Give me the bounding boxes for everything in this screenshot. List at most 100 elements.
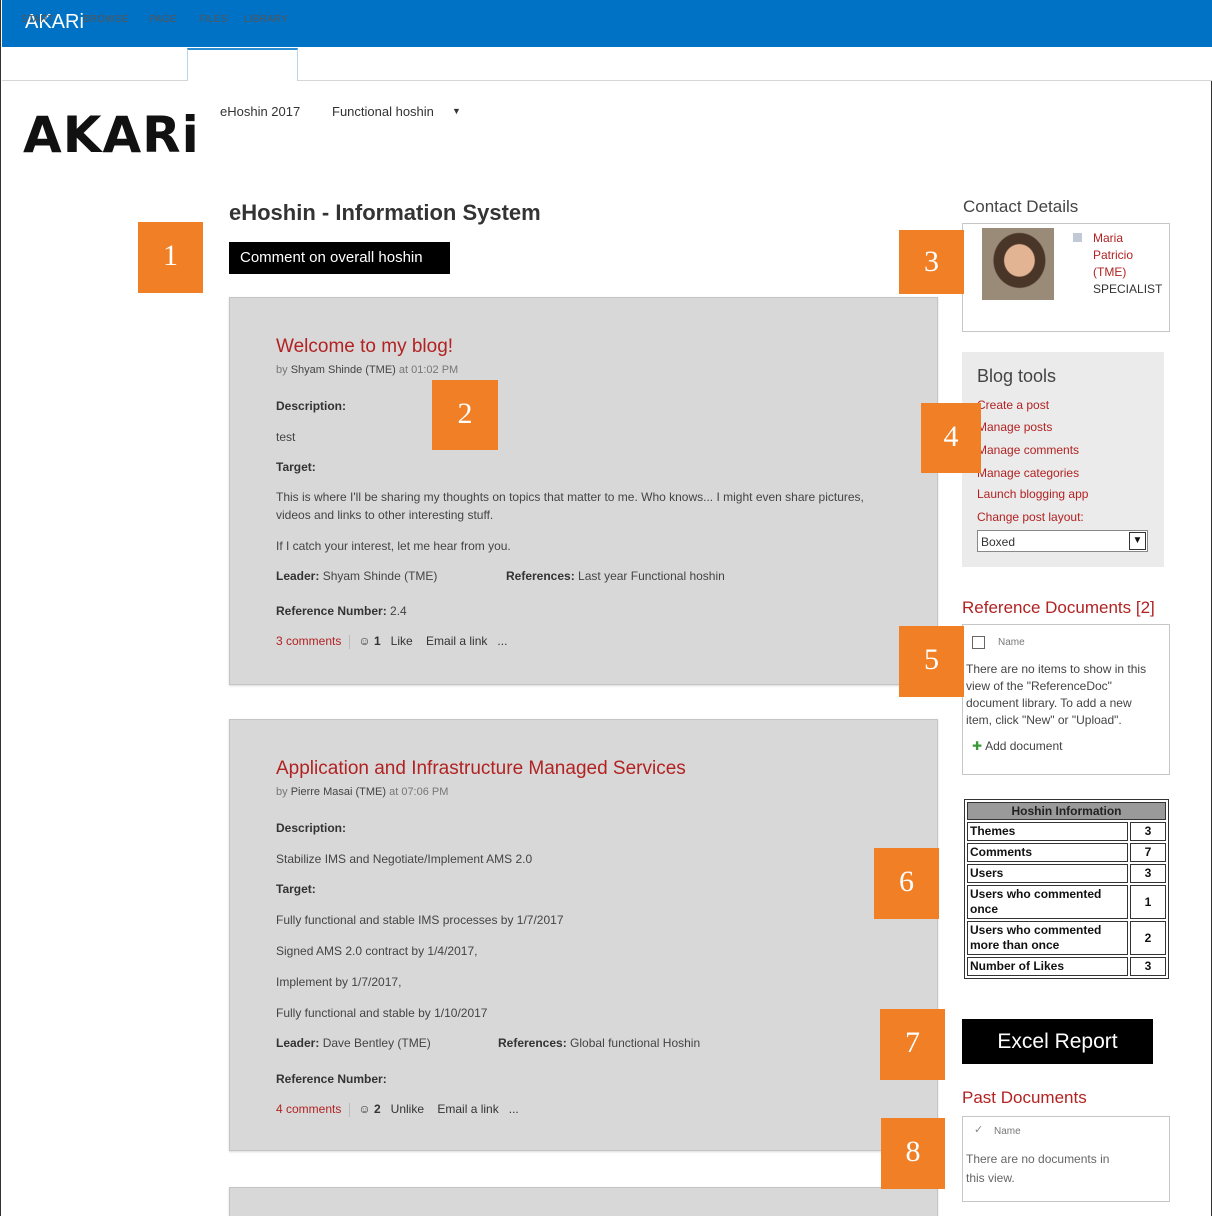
references-field: References: Last year Functional hoshin xyxy=(506,569,725,583)
target-text: Fully functional and stable IMS processe… xyxy=(276,913,564,927)
row-value: 3 xyxy=(1130,864,1166,883)
target-text: Fully functional and stable by 1/10/2017 xyxy=(276,1006,488,1020)
target-text: Signed AMS 2.0 contract by 1/4/2017, xyxy=(276,944,478,958)
post-author[interactable]: Shyam Shinde (TME) xyxy=(291,364,396,376)
target-text: This is where I'll be sharing my thought… xyxy=(276,490,864,522)
post-by-prefix: by xyxy=(276,786,288,798)
empty-message: this view. xyxy=(966,1171,1015,1185)
empty-message: document library. To add a new xyxy=(966,696,1132,710)
like-link[interactable]: Like xyxy=(391,634,413,648)
more-options-icon[interactable]: ... xyxy=(497,634,507,648)
suite-bar: AKARi xyxy=(2,0,1212,47)
callout-marker-1: 1 xyxy=(138,222,203,293)
post-byline: by Pierre Masai (TME) at 07:06 PM xyxy=(276,786,448,798)
create-post-link[interactable]: Create a post xyxy=(977,398,1049,412)
site-logo[interactable]: AKARi xyxy=(23,106,200,164)
contact-photo[interactable] xyxy=(982,228,1054,300)
chevron-down-icon[interactable]: ▼ xyxy=(1129,532,1146,550)
email-link[interactable]: Email a link xyxy=(426,634,487,648)
description-label: Description: xyxy=(276,399,347,413)
select-all-checkbox[interactable] xyxy=(972,636,985,649)
email-link[interactable]: Email a link xyxy=(437,1102,498,1116)
divider xyxy=(349,634,351,649)
comments-link[interactable]: 4 comments xyxy=(276,1102,341,1116)
blog-post: Welcome to my blog! by Shyam Shinde (TME… xyxy=(229,297,938,685)
tab-browse[interactable]: BROWSE xyxy=(83,14,129,25)
like-count-icon: ☺ xyxy=(358,1102,371,1116)
add-document-label: Add document xyxy=(985,739,1063,753)
table-row: Comments 7 xyxy=(967,843,1166,862)
checkmark-icon[interactable]: ✓ xyxy=(974,1123,983,1136)
row-value: 3 xyxy=(1130,957,1166,976)
empty-message: item, click "New" or "Upload". xyxy=(966,713,1122,727)
row-label: Users who commented once xyxy=(967,885,1128,919)
divider xyxy=(349,1102,351,1117)
target-text: If I catch your interest, let me hear fr… xyxy=(276,539,511,553)
callout-marker-5: 5 xyxy=(899,626,964,697)
manage-comments-link[interactable]: Manage comments xyxy=(977,443,1079,457)
row-value: 7 xyxy=(1130,843,1166,862)
leader-field: Leader: Shyam Shinde (TME) xyxy=(276,569,437,583)
column-header-name[interactable]: Name xyxy=(998,637,1025,648)
table-row: Number of Likes 3 xyxy=(967,957,1166,976)
plus-icon: ✚ xyxy=(972,739,983,753)
callout-marker-7: 7 xyxy=(880,1009,945,1080)
more-options-icon[interactable]: ... xyxy=(509,1102,519,1116)
comments-link[interactable]: 3 comments xyxy=(276,634,341,648)
tab-start[interactable]: START xyxy=(21,14,54,25)
tab-library[interactable]: LIBRARY xyxy=(244,14,288,25)
column-header-name[interactable]: Name xyxy=(994,1126,1021,1137)
reference-documents-title[interactable]: Reference Documents [2] xyxy=(962,598,1155,618)
topnav-item-functional-hoshin[interactable]: Functional hoshin xyxy=(332,104,434,119)
post-layout-select[interactable]: Boxed ▼ xyxy=(977,530,1148,552)
manage-posts-link[interactable]: Manage posts xyxy=(977,420,1052,434)
leader-label: Leader: xyxy=(276,1036,320,1050)
like-count: 2 xyxy=(373,1102,381,1116)
manage-categories-link[interactable]: Manage categories xyxy=(977,466,1079,480)
row-label: Number of Likes xyxy=(967,957,1128,976)
tab-page[interactable]: PAGE xyxy=(149,14,177,25)
row-value: 3 xyxy=(1130,822,1166,841)
excel-report-button[interactable]: Excel Report xyxy=(962,1019,1153,1064)
like-count: 1 xyxy=(373,634,381,648)
row-label: Users who commented more than once xyxy=(967,921,1128,955)
post-time: at 07:06 PM xyxy=(389,786,449,798)
empty-message: view of the "ReferenceDoc" xyxy=(966,679,1112,693)
caret-down-icon[interactable]: ▼ xyxy=(452,106,461,116)
post-actions: 4 comments ☺ 2 Unlike Email a link ... xyxy=(276,1102,519,1117)
post-author[interactable]: Pierre Masai (TME) xyxy=(291,786,386,798)
description-text: test xyxy=(276,430,296,444)
page-title: eHoshin - Information System xyxy=(229,200,541,225)
contact-role: SPECIALIST xyxy=(1093,282,1163,296)
unlike-link[interactable]: Unlike xyxy=(391,1102,424,1116)
post-by-prefix: by xyxy=(276,364,288,376)
callout-marker-8: 8 xyxy=(881,1118,945,1189)
contact-card: Maria Patricio (TME) SPECIALIST xyxy=(962,223,1170,332)
past-documents-title[interactable]: Past Documents xyxy=(962,1088,1087,1108)
comment-overall-hoshin-button[interactable]: Comment on overall hoshin xyxy=(229,242,450,274)
post-title[interactable]: Welcome to my blog! xyxy=(276,336,453,358)
description-text: Stabilize IMS and Negotiate/Implement AM… xyxy=(276,852,533,866)
references-value: Global functional Hoshin xyxy=(570,1036,701,1050)
contact-name[interactable]: Maria Patricio (TME) xyxy=(1093,230,1163,281)
callout-marker-4: 4 xyxy=(921,403,981,473)
reference-number-label: Reference Number: xyxy=(276,604,387,618)
table-header: Hoshin Information xyxy=(967,802,1166,820)
post-title[interactable]: Application and Infrastructure Managed S… xyxy=(276,758,686,780)
blog-post: Application and Infrastructure Managed S… xyxy=(229,719,938,1151)
ribbon-active-tab-group xyxy=(187,48,298,81)
post-byline: by Shyam Shinde (TME) at 01:02 PM xyxy=(276,364,458,376)
leader-value: Shyam Shinde (TME) xyxy=(322,569,438,583)
references-label: References: xyxy=(498,1036,567,1050)
topnav-item-ehoshin-2017[interactable]: eHoshin 2017 xyxy=(220,104,300,119)
leader-label: Leader: xyxy=(276,569,320,583)
blog-post xyxy=(229,1187,938,1216)
references-field: References: Global functional Hoshin xyxy=(498,1036,700,1050)
target-label: Target: xyxy=(276,460,316,474)
add-document-link[interactable]: ✚ Add document xyxy=(972,739,1062,753)
reference-number-field: Reference Number: 2.4 xyxy=(276,604,407,618)
post-actions: 3 comments ☺ 1 Like Email a link ... xyxy=(276,634,507,649)
tab-files[interactable]: FILES xyxy=(199,14,228,25)
launch-blogging-app-link[interactable]: Launch blogging app xyxy=(977,487,1088,501)
callout-marker-2: 2 xyxy=(432,380,498,450)
